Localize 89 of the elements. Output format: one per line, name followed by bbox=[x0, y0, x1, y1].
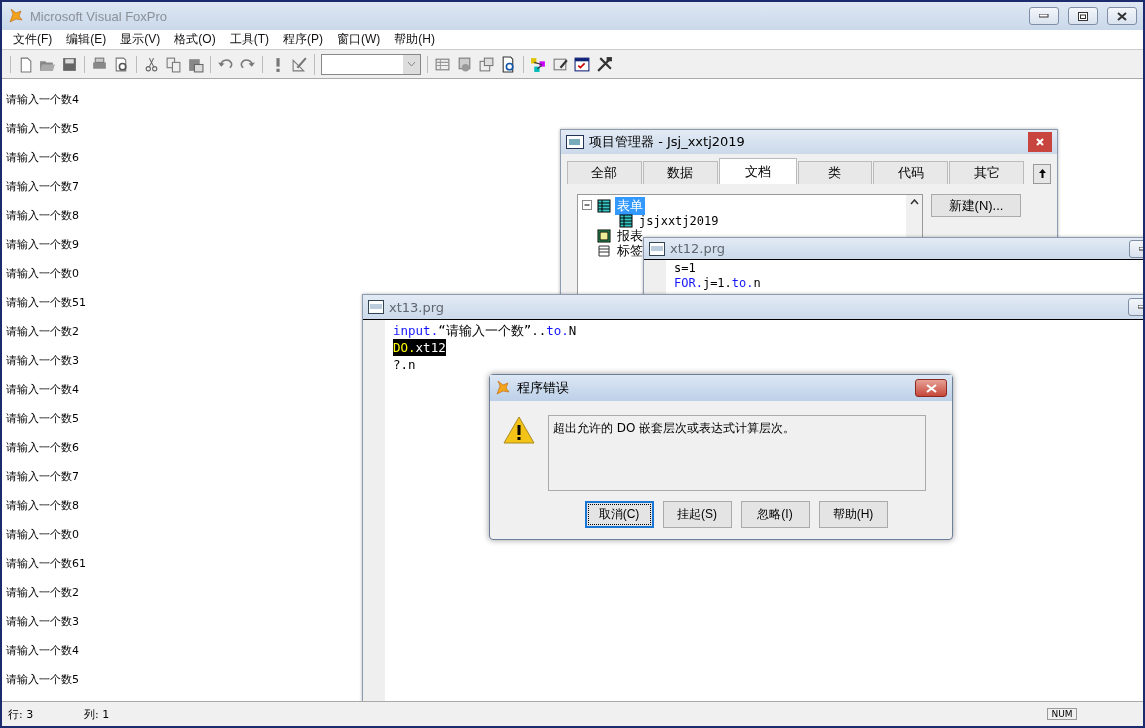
menu-item[interactable]: 格式(O) bbox=[167, 31, 223, 48]
document-search-icon[interactable] bbox=[500, 55, 517, 73]
text-file-icon bbox=[649, 241, 665, 256]
save-icon[interactable] bbox=[61, 55, 78, 73]
close-button[interactable] bbox=[915, 379, 947, 397]
form-icon bbox=[619, 213, 633, 228]
tab[interactable]: 数据 bbox=[642, 161, 718, 184]
colored-nodes-icon[interactable] bbox=[530, 55, 547, 73]
menu-item[interactable]: 编辑(E) bbox=[59, 31, 114, 48]
output-line: 请输入一个数6 bbox=[6, 440, 79, 456]
window-title: xt13.prg bbox=[389, 299, 446, 315]
output-line: 请输入一个数4 bbox=[6, 643, 79, 659]
output-line: 请输入一个数5 bbox=[6, 121, 79, 137]
code-line: input.“请输入一个数”..to.N bbox=[393, 322, 577, 339]
fox-icon bbox=[495, 380, 511, 396]
menu-item[interactable]: 程序(P) bbox=[276, 31, 330, 48]
output-line: 请输入一个数9 bbox=[6, 237, 79, 253]
dialog-button[interactable]: 取消(C) bbox=[584, 501, 654, 528]
minimize-button[interactable] bbox=[1029, 7, 1059, 25]
project-window-icon bbox=[566, 135, 584, 149]
report-icon bbox=[597, 228, 611, 243]
ruler-pencil-icon[interactable] bbox=[291, 55, 308, 73]
window-title: xt12.prg bbox=[670, 241, 727, 256]
warning-icon bbox=[502, 415, 536, 445]
output-line: 请输入一个数5 bbox=[6, 672, 79, 688]
documents-icon[interactable] bbox=[478, 55, 495, 73]
output-line: 请输入一个数8 bbox=[6, 208, 79, 224]
minimize-icon bbox=[1039, 14, 1049, 18]
output-line: 请输入一个数2 bbox=[6, 585, 79, 601]
num-lock-indicator: NUM bbox=[1047, 708, 1077, 720]
form-icon bbox=[597, 198, 611, 213]
tab[interactable]: 文档 bbox=[718, 158, 797, 184]
window-title: Microsoft Visual FoxPro bbox=[30, 8, 169, 24]
output-line: 请输入一个数51 bbox=[6, 295, 86, 311]
menu-item[interactable]: 显示(V) bbox=[113, 31, 168, 48]
scroll-up-icon[interactable] bbox=[909, 199, 919, 205]
row-indicator: 行: 3 bbox=[8, 706, 35, 722]
restore-button[interactable] bbox=[1068, 7, 1098, 25]
output-line: 请输入一个数7 bbox=[6, 179, 79, 195]
text-file-icon bbox=[368, 300, 384, 314]
copy-icon[interactable] bbox=[165, 55, 182, 73]
close-icon bbox=[1036, 138, 1044, 146]
restore-icon bbox=[1078, 11, 1088, 21]
label-icon bbox=[597, 243, 611, 258]
code-line: s=1 bbox=[674, 261, 696, 276]
dialog-button[interactable]: 忽略(I) bbox=[740, 501, 810, 528]
code-line: ?.n bbox=[393, 356, 416, 373]
output-line: 请输入一个数4 bbox=[6, 92, 79, 108]
output-line: 请输入一个数5 bbox=[6, 411, 79, 427]
code-line: FOR.j=1.to.n bbox=[674, 276, 761, 291]
column-indicator: 列: 1 bbox=[84, 706, 110, 722]
error-message: 超出允许的 DO 嵌套层次或表达式计算层次。 bbox=[548, 415, 926, 491]
menu-item[interactable]: 帮助(H) bbox=[387, 31, 442, 48]
output-line: 请输入一个数3 bbox=[6, 614, 79, 630]
tab[interactable]: 全部 bbox=[567, 161, 642, 184]
dialog-button[interactable]: 挂起(S) bbox=[662, 501, 732, 528]
tab[interactable]: 其它 bbox=[949, 161, 1025, 184]
tab[interactable]: 代码 bbox=[873, 161, 949, 184]
combo-field[interactable] bbox=[321, 53, 421, 75]
print-preview-icon[interactable] bbox=[113, 55, 130, 73]
dialog-title: 程序错误 bbox=[517, 379, 570, 397]
output-line: 请输入一个数3 bbox=[6, 353, 79, 369]
dialog-button[interactable]: 帮助(H) bbox=[818, 501, 888, 528]
tree-item[interactable]: jsjxxtj2019 bbox=[637, 213, 721, 228]
project-button[interactable]: 新建(N)... bbox=[931, 194, 1021, 217]
window-title: 项目管理器 - Jsj_xxtj2019 bbox=[589, 133, 746, 151]
window-check-icon[interactable] bbox=[574, 55, 591, 73]
close-icon bbox=[925, 383, 937, 393]
globe-icon[interactable] bbox=[456, 55, 473, 73]
output-line: 请输入一个数6 bbox=[6, 150, 79, 166]
collapse-button[interactable] bbox=[1033, 164, 1051, 184]
output-line: 请输入一个数7 bbox=[6, 469, 79, 485]
tab[interactable]: 类 bbox=[797, 161, 873, 184]
output-line: 请输入一个数2 bbox=[6, 324, 79, 340]
output-line: 请输入一个数0 bbox=[6, 527, 79, 543]
output-line: 请输入一个数4 bbox=[6, 382, 79, 398]
up-arrow-icon bbox=[1038, 169, 1046, 178]
output-line: 请输入一个数0 bbox=[6, 266, 79, 282]
close-icon bbox=[1117, 11, 1127, 21]
menu-item[interactable]: 文件(F) bbox=[6, 31, 60, 48]
tools-icon[interactable] bbox=[596, 55, 613, 73]
menu-item[interactable]: 窗口(W) bbox=[330, 31, 388, 48]
output-line: 请输入一个数61 bbox=[6, 556, 86, 572]
collapse-icon[interactable] bbox=[582, 200, 593, 211]
menu-item[interactable]: 工具(T) bbox=[222, 31, 276, 48]
output-line: 请输入一个数8 bbox=[6, 498, 79, 514]
close-button[interactable] bbox=[1107, 7, 1137, 25]
cut-icon[interactable] bbox=[143, 55, 160, 73]
fox-icon bbox=[8, 8, 24, 24]
